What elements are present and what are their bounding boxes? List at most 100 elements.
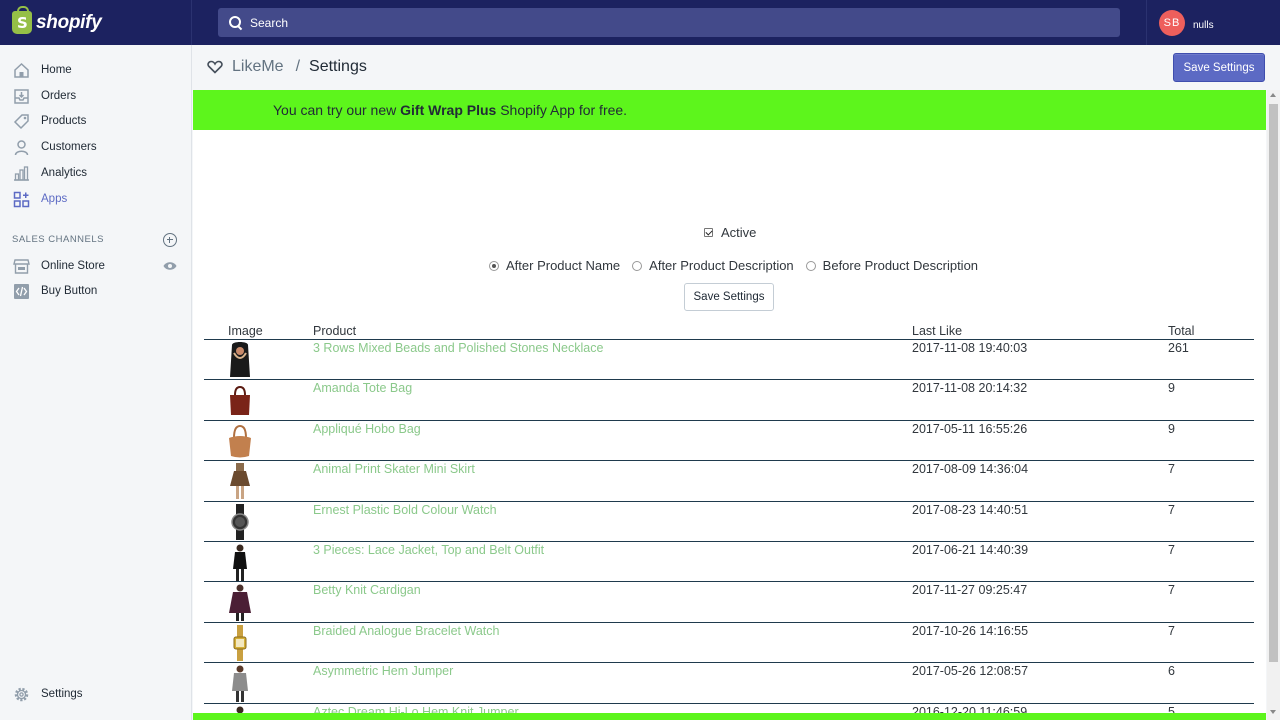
- product-link[interactable]: Asymmetric Hem Jumper: [313, 664, 453, 678]
- last-like-date: 2017-05-11 16:55:26: [912, 421, 1028, 436]
- total-likes: 7: [1168, 542, 1175, 557]
- active-checkbox[interactable]: [704, 228, 713, 237]
- last-like-date: 2017-11-08 19:40:03: [912, 341, 1028, 355]
- save-settings-button[interactable]: Save Settings: [684, 283, 774, 311]
- sidebar-item-home[interactable]: Home: [0, 58, 191, 82]
- promo-app-name: Gift Wrap Plus: [400, 102, 497, 118]
- scroll-up-arrow-icon[interactable]: [1270, 93, 1276, 97]
- product-link[interactable]: Betty Knit Cardigan: [313, 583, 421, 597]
- gear-icon: [12, 685, 30, 703]
- sidebar-item-analytics[interactable]: Analytics: [0, 161, 191, 185]
- scrollbar-thumb[interactable]: [1269, 104, 1278, 662]
- promo-prefix: You can try our new: [273, 102, 401, 118]
- product-thumbnail-cardigan[interactable]: [226, 583, 254, 622]
- shopify-bag-icon: S: [12, 6, 32, 34]
- total-likes: 9: [1168, 381, 1175, 396]
- sales-channels-title: SALES CHANNELS: [12, 234, 105, 245]
- total-likes: 7: [1168, 462, 1175, 477]
- eye-icon[interactable]: [163, 261, 177, 271]
- total-likes: 7: [1168, 623, 1175, 638]
- search-bar[interactable]: [218, 8, 1120, 37]
- product-thumbnail-jumper[interactable]: [226, 664, 254, 703]
- product-link[interactable]: Animal Print Skater Mini Skirt: [313, 462, 475, 476]
- product-thumbnail-skirt[interactable]: [226, 462, 254, 501]
- breadcrumb: LikeMe / Settings: [207, 58, 367, 76]
- home-icon: [12, 61, 30, 79]
- sidebar-item-settings[interactable]: Settings: [0, 682, 191, 706]
- sidebar-item-products[interactable]: Products: [0, 109, 191, 133]
- total-likes: 9: [1168, 421, 1175, 436]
- sidebar-item-label: Settings: [41, 688, 83, 700]
- product-thumbnail-watch[interactable]: [226, 502, 254, 541]
- active-toggle[interactable]: Active: [704, 225, 756, 240]
- column-header-last-like: Last Like: [912, 324, 963, 338]
- radio-button-selected[interactable]: [489, 260, 499, 271]
- user-menu[interactable]: SB nulls: [1146, 0, 1280, 45]
- product-thumbnail-bracelet-watch[interactable]: [226, 623, 254, 662]
- heart-icon: [207, 60, 223, 74]
- sidebar-item-apps[interactable]: Apps: [0, 187, 191, 211]
- product-link[interactable]: 3 Rows Mixed Beads and Polished Stones N…: [313, 341, 603, 355]
- sidebar-item-label: Orders: [41, 90, 77, 102]
- sidebar-item-buy-button[interactable]: Buy Button: [0, 279, 191, 303]
- radio-label: After Product Description: [649, 258, 794, 273]
- promo-suffix: Shopify App for free.: [496, 102, 628, 118]
- table-row: 3 Pieces: Lace Jacket, Top and Belt Outf…: [204, 542, 1254, 583]
- save-settings-primary-button[interactable]: Save Settings: [1173, 53, 1265, 82]
- product-link[interactable]: Amanda Tote Bag: [313, 381, 412, 395]
- radio-label: Before Product Description: [822, 258, 979, 273]
- code-icon: [12, 282, 30, 300]
- product-link[interactable]: Braided Analogue Bracelet Watch: [313, 624, 499, 638]
- column-header-total: Total: [1168, 324, 1195, 338]
- total-likes: 7: [1168, 502, 1175, 517]
- product-link[interactable]: Ernest Plastic Bold Colour Watch: [313, 503, 497, 517]
- product-link[interactable]: Appliqué Hobo Bag: [313, 422, 421, 436]
- main-area: LikeMe / Settings Save Settings You can …: [193, 45, 1280, 720]
- last-like-date: 2017-08-09 14:36:04: [912, 462, 1029, 477]
- last-like-date: 2017-08-23 14:40:51: [912, 502, 1029, 517]
- apps-icon: [12, 190, 30, 208]
- table-row: Asymmetric Hem Jumper 2017-05-26 12:08:5…: [204, 663, 1254, 704]
- sidebar-item-label: Home: [41, 64, 72, 76]
- product-thumbnail-outfit[interactable]: [226, 542, 254, 581]
- promo-banner[interactable]: You can try our new Gift Wrap Plus Shopi…: [193, 90, 1266, 130]
- last-like-date: 2017-11-27 09:25:47: [912, 583, 1028, 598]
- store-icon: [12, 257, 30, 275]
- sidebar-item-label: Products: [41, 115, 87, 127]
- search-input[interactable]: [250, 15, 1100, 30]
- table-row: 3 Rows Mixed Beads and Polished Stones N…: [204, 340, 1254, 381]
- breadcrumb-app[interactable]: LikeMe: [232, 58, 284, 76]
- last-like-date: 2017-06-21 14:40:39: [912, 542, 1029, 557]
- column-header-image: Image: [228, 324, 263, 338]
- radio-after-product-description[interactable]: After Product Description: [632, 258, 794, 273]
- sidebar-item-customers[interactable]: Customers: [0, 135, 191, 159]
- add-channel-icon[interactable]: [163, 233, 177, 247]
- product-thumbnail-necklace[interactable]: [226, 341, 254, 379]
- radio-button[interactable]: [632, 260, 643, 271]
- last-like-date: 2017-10-26 14:16:55: [912, 623, 1029, 638]
- shopify-logo[interactable]: S shopify: [0, 0, 192, 45]
- product-link[interactable]: 3 Pieces: Lace Jacket, Top and Belt Outf…: [313, 543, 544, 557]
- logo-text: shopify: [36, 11, 102, 33]
- user-name[interactable]: nulls: [1193, 20, 1214, 31]
- product-thumbnail-tote-bag[interactable]: [226, 381, 254, 420]
- position-radio-group: After Product Name After Product Descrip…: [489, 258, 990, 273]
- sidebar: Home Orders Products Customers Analytics…: [0, 45, 192, 720]
- product-thumbnail-hobo-bag[interactable]: [226, 421, 254, 460]
- logo-letter: S: [17, 14, 28, 32]
- sidebar-item-label: Analytics: [41, 167, 88, 179]
- radio-button[interactable]: [805, 260, 816, 271]
- radio-before-product-description[interactable]: Before Product Description: [805, 258, 979, 273]
- breadcrumb-separator: /: [295, 58, 301, 75]
- sidebar-item-label: Apps: [41, 193, 68, 205]
- orders-icon: [12, 87, 30, 105]
- radio-after-product-name[interactable]: After Product Name: [489, 258, 620, 273]
- sidebar-item-orders[interactable]: Orders: [0, 84, 191, 108]
- table-row: Betty Knit Cardigan 2017-11-27 09:25:47 …: [204, 582, 1254, 623]
- scrollbar[interactable]: [1267, 90, 1280, 720]
- table-row: Ernest Plastic Bold Colour Watch 2017-08…: [204, 502, 1254, 542]
- top-bar: S shopify SB nulls: [0, 0, 1280, 45]
- table-row: Appliqué Hobo Bag 2017-05-11 16:55:26 9: [204, 421, 1254, 462]
- scroll-down-arrow-icon[interactable]: [1270, 710, 1276, 714]
- avatar[interactable]: SB: [1159, 9, 1185, 36]
